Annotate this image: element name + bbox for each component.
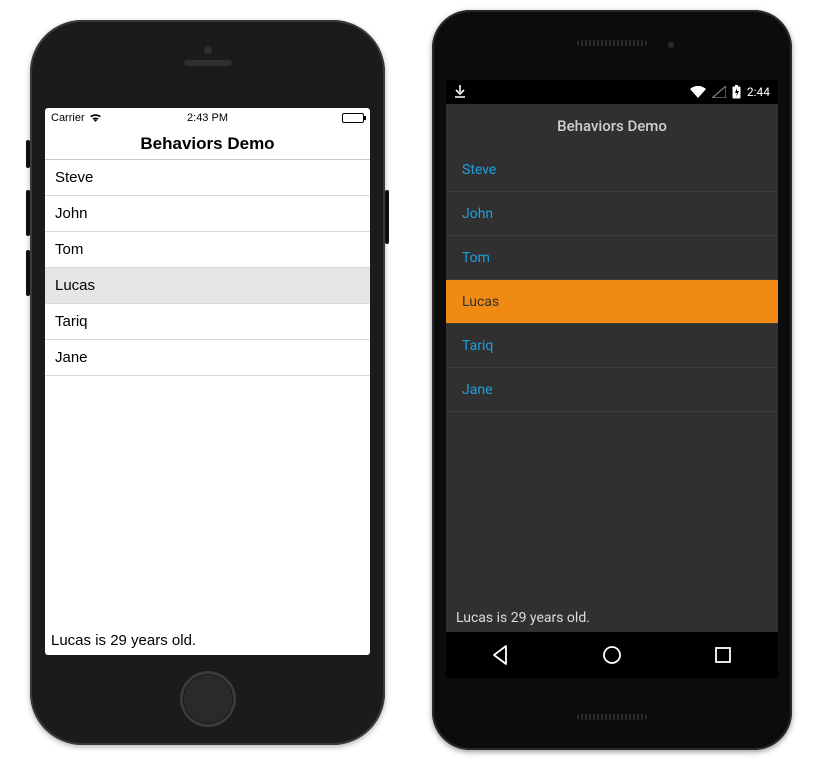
android-people-list[interactable]: SteveJohnTomLucasTariqJane <box>446 148 778 604</box>
list-item[interactable]: John <box>446 192 778 236</box>
android-front-camera <box>668 42 674 48</box>
android-status-bar: 2:44 <box>446 80 778 104</box>
list-item[interactable]: Lucas <box>45 268 370 304</box>
wifi-icon <box>89 113 102 123</box>
iphone-front-camera <box>204 46 212 54</box>
battery-charging-icon <box>732 85 741 99</box>
iphone-earpiece <box>184 60 232 66</box>
ios-screen: Carrier 2:43 PM Behaviors Demo SteveJohn… <box>45 108 370 655</box>
iphone-power-button <box>385 190 389 244</box>
ios-people-list[interactable]: SteveJohnTomLucasTariqJane <box>45 160 370 628</box>
ios-nav-bar: Behaviors Demo <box>45 128 370 160</box>
list-item[interactable]: Tom <box>446 236 778 280</box>
ios-carrier-label: Carrier <box>51 112 85 124</box>
iphone-volume-down <box>26 250 30 296</box>
android-device-frame: 2:44 Behaviors Demo SteveJohnTomLucasTar… <box>432 10 792 750</box>
android-earpiece <box>577 40 647 46</box>
download-icon <box>454 85 466 99</box>
list-item[interactable]: Tariq <box>45 304 370 340</box>
list-item[interactable]: Steve <box>45 160 370 196</box>
android-clock: 2:44 <box>747 85 770 99</box>
recents-icon[interactable] <box>710 642 736 668</box>
ios-detail-label: Lucas is 29 years old. <box>45 628 370 655</box>
android-screen: 2:44 Behaviors Demo SteveJohnTomLucasTar… <box>446 80 778 678</box>
list-item[interactable]: Jane <box>446 368 778 412</box>
back-icon[interactable] <box>488 642 514 668</box>
android-detail-label: Lucas is 29 years old. <box>446 604 778 632</box>
list-item[interactable]: Tariq <box>446 324 778 368</box>
android-bottom-speaker <box>577 714 647 720</box>
page-title: Behaviors Demo <box>140 134 274 154</box>
home-icon[interactable] <box>599 642 625 668</box>
android-system-nav <box>446 632 778 678</box>
list-item[interactable]: Lucas <box>446 280 778 324</box>
signal-none-icon <box>712 86 726 98</box>
list-item[interactable]: John <box>45 196 370 232</box>
ios-clock: 2:43 PM <box>187 108 228 128</box>
wifi-icon <box>690 86 706 98</box>
list-item[interactable]: Steve <box>446 148 778 192</box>
list-item[interactable]: Tom <box>45 232 370 268</box>
iphone-mute-switch <box>26 140 30 168</box>
android-app-bar: Behaviors Demo <box>446 104 778 148</box>
ios-status-bar: Carrier 2:43 PM <box>45 108 370 128</box>
list-item[interactable]: Jane <box>45 340 370 376</box>
battery-icon <box>342 113 364 123</box>
iphone-volume-up <box>26 190 30 236</box>
iphone-device-frame: Carrier 2:43 PM Behaviors Demo SteveJohn… <box>30 20 385 745</box>
page-title: Behaviors Demo <box>557 117 667 135</box>
iphone-home-button[interactable] <box>180 671 236 727</box>
